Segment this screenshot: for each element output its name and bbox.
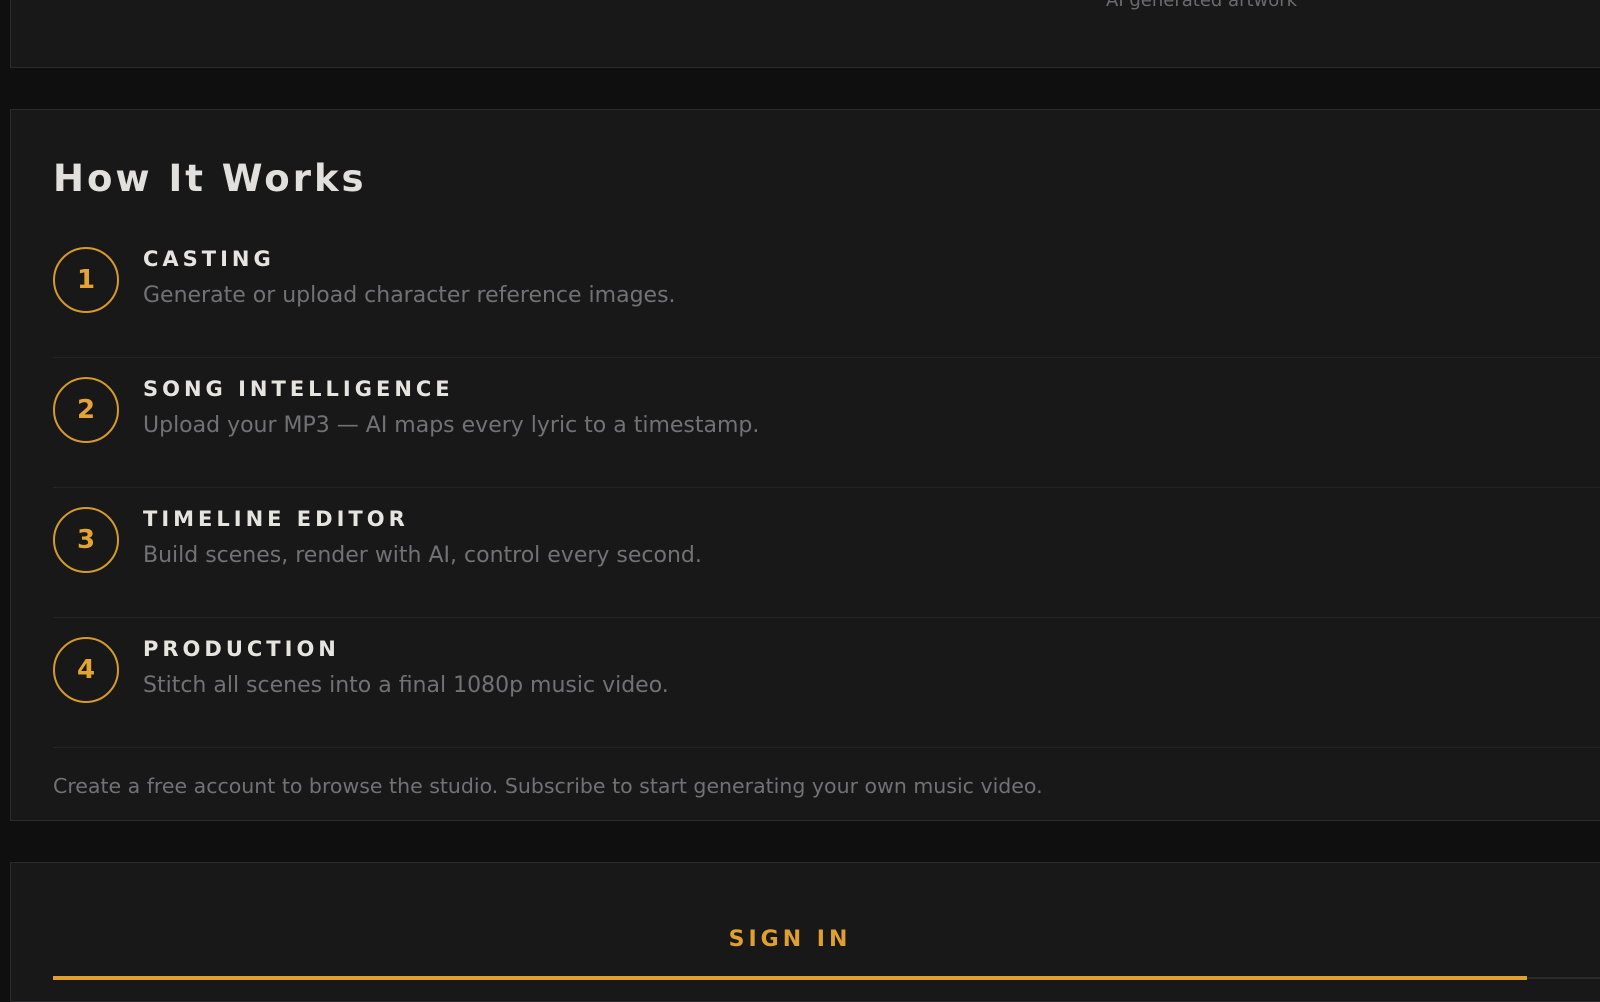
step-number-badge: 4 xyxy=(53,637,119,703)
step-number-badge: 3 xyxy=(53,507,119,573)
artwork-caption: AI generated artwork xyxy=(1106,0,1298,11)
step-title: SONG INTELLIGENCE xyxy=(143,377,454,401)
active-tab-indicator xyxy=(53,976,1527,980)
section-title: How It Works xyxy=(53,157,367,200)
step-description: Upload your MP3 — AI maps every lyric to… xyxy=(143,413,760,438)
account-note: Create a free account to browse the stud… xyxy=(53,773,1043,798)
step-production: 4 PRODUCTION Stitch all scenes into a fi… xyxy=(53,618,1600,748)
tab-sign-in[interactable]: SIGN IN xyxy=(53,927,1527,952)
tab-track xyxy=(1527,977,1600,979)
how-it-works-section: How It Works 1 CASTING Generate or uploa… xyxy=(10,109,1600,821)
step-description: Stitch all scenes into a final 1080p mus… xyxy=(143,673,669,698)
step-description: Generate or upload character reference i… xyxy=(143,283,676,308)
step-number-badge: 1 xyxy=(53,247,119,313)
step-casting: 1 CASTING Generate or upload character r… xyxy=(53,228,1600,358)
step-song-intelligence: 2 SONG INTELLIGENCE Upload your MP3 — AI… xyxy=(53,358,1600,488)
step-title: PRODUCTION xyxy=(143,637,340,661)
step-title: CASTING xyxy=(143,247,275,271)
artwork-panel: AI generated artwork xyxy=(10,0,1600,68)
step-title: TIMELINE EDITOR xyxy=(143,507,409,531)
auth-panel: SIGN IN xyxy=(10,862,1600,1002)
step-number-badge: 2 xyxy=(53,377,119,443)
step-timeline-editor: 3 TIMELINE EDITOR Build scenes, render w… xyxy=(53,488,1600,618)
step-description: Build scenes, render with AI, control ev… xyxy=(143,543,702,568)
